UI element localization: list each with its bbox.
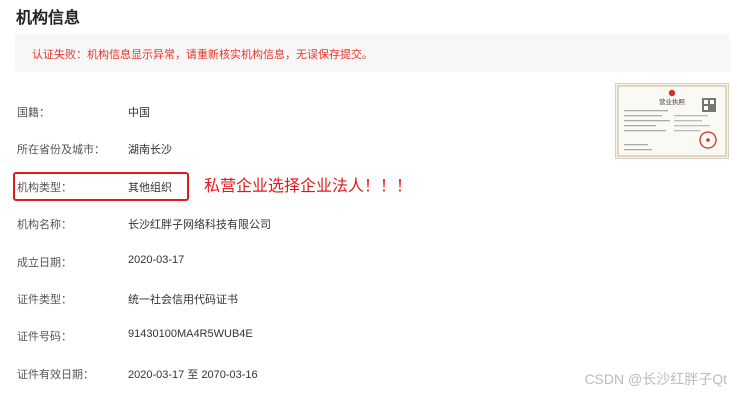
field-row-city: 所在省份及城市： 湖南长沙 — [0, 141, 600, 161]
field-label: 证件有效日期： — [17, 369, 94, 381]
license-heading: 营业执照 — [659, 97, 686, 106]
field-value: 湖南长沙 — [128, 144, 172, 156]
error-alert: 认证失败：机构信息显示异常，请重新核实机构信息，无误保存提交。 — [15, 34, 730, 72]
field-row-nationality: 国籍： 中国 — [0, 104, 600, 124]
watermark: CSDN @长沙红胖子Qt — [584, 371, 727, 387]
business-license-thumbnail[interactable]: 营业执照 — [615, 83, 729, 159]
field-row-cert-number: 证件号码： 91430100MA4R5WUB4E — [0, 328, 600, 348]
national-emblem-icon — [668, 89, 676, 97]
field-label: 证件号码： — [17, 331, 72, 343]
org-type-highlight-box — [13, 172, 189, 201]
field-row-cert-type: 证件类型： 统一社会信用代码证书 — [0, 291, 600, 311]
field-label: 所在省份及城市： — [17, 144, 105, 156]
field-value: 中国 — [128, 107, 150, 119]
field-value: 2020-03-17 至 2070-03-16 — [128, 369, 258, 381]
field-row-founded-date: 成立日期： 2020-03-17 — [0, 254, 600, 274]
field-value: 长沙红胖子网络科技有限公司 — [128, 219, 271, 231]
alert-text: 认证失败：机构信息显示异常，请重新核实机构信息，无误保存提交。 — [32, 49, 373, 61]
license-image: 营业执照 — [617, 85, 727, 157]
field-value: 91430100MA4R5WUB4E — [128, 328, 253, 340]
field-label: 机构名称： — [17, 219, 72, 231]
field-value: 统一社会信用代码证书 — [128, 294, 238, 306]
annotation-text: 私营企业选择企业法人！！！ — [204, 176, 413, 195]
field-label: 证件类型： — [17, 294, 72, 306]
field-value: 2020-03-17 — [128, 254, 185, 266]
page-title: 机构信息 — [16, 10, 81, 27]
field-label: 成立日期： — [17, 257, 72, 269]
field-row-cert-validity: 证件有效日期： 2020-03-17 至 2070-03-16 — [0, 366, 600, 386]
field-label: 国籍： — [17, 107, 50, 119]
field-row-org-name: 机构名称： 长沙红胖子网络科技有限公司 — [0, 216, 600, 236]
